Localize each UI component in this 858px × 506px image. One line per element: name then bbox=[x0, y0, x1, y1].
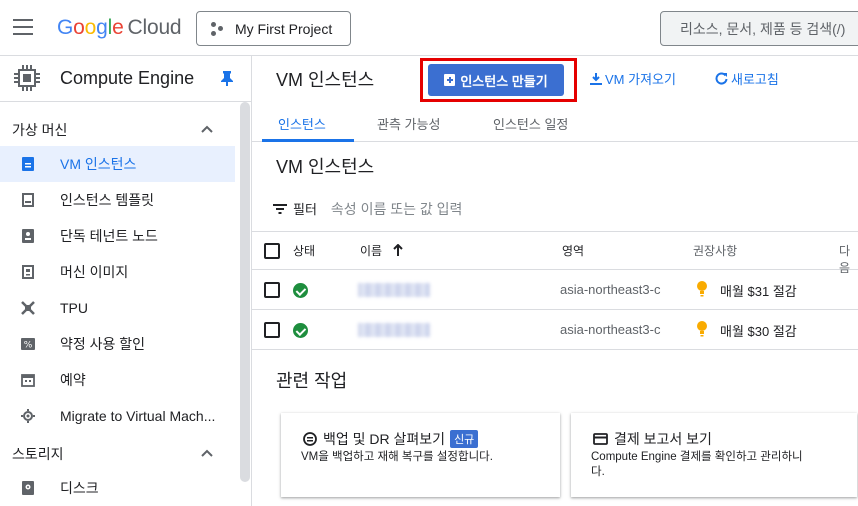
recommendation-link[interactable]: 매월 $30 절감 bbox=[720, 321, 797, 340]
sidebar-item-migrate[interactable]: Migrate to Virtual Mach... bbox=[0, 398, 235, 434]
billing-report-card[interactable]: 결제 보고서 보기 Compute Engine 결제를 확인하고 관리하니 다… bbox=[571, 413, 857, 497]
sidebar-item-machine-images[interactable]: 머신 이미지 bbox=[0, 254, 235, 290]
instance-name-link[interactable] bbox=[358, 323, 430, 337]
lightbulb-icon bbox=[697, 281, 707, 297]
card-description: VM을 백업하고 재해 복구를 설정합니다. bbox=[301, 451, 493, 463]
download-icon bbox=[590, 72, 602, 85]
select-all-checkbox[interactable] bbox=[264, 243, 280, 259]
pin-icon[interactable] bbox=[220, 70, 234, 86]
project-selector-button[interactable]: My First Project bbox=[196, 11, 351, 46]
template-icon bbox=[20, 192, 36, 208]
create-instance-label: 인스턴스 만들기 bbox=[460, 73, 548, 89]
tenant-node-icon bbox=[20, 228, 36, 244]
column-header-recommendation[interactable]: 권장사항 bbox=[693, 242, 737, 259]
section-virtual-machines: 가상 머신 bbox=[12, 122, 68, 138]
active-tab-indicator bbox=[262, 139, 354, 142]
migrate-icon bbox=[20, 408, 36, 424]
disk-icon bbox=[20, 480, 36, 496]
project-name: My First Project bbox=[235, 20, 333, 37]
project-icon bbox=[211, 21, 225, 36]
refresh-button[interactable]: 새로고침 bbox=[715, 69, 779, 88]
sidebar-item-label: TPU bbox=[60, 300, 88, 316]
calendar-icon bbox=[20, 372, 36, 388]
table-row[interactable]: asia-northeast3-c 매월 $30 절감 bbox=[252, 310, 858, 350]
instance-zone: asia-northeast3-c bbox=[560, 322, 661, 337]
search-input[interactable]: 리소스, 문서, 제품 등 검색(/) bbox=[660, 11, 858, 46]
filter-label: 필터 bbox=[293, 202, 317, 217]
sidebar-item-disks[interactable]: 디스크 bbox=[0, 470, 235, 506]
table-title: VM 인스턴스 bbox=[276, 157, 375, 177]
table-header: 상태 이름 영역 권장사항 다음 bbox=[252, 232, 858, 275]
running-status-icon bbox=[293, 323, 308, 338]
backup-dr-card[interactable]: 백업 및 DR 살펴보기 신규 VM을 백업하고 재해 복구를 설정합니다. bbox=[281, 413, 560, 497]
sidebar: Compute Engine 가상 머신 VM 인스턴스 인스턴스 템플릿 단독… bbox=[0, 56, 252, 506]
chevron-up-icon[interactable] bbox=[201, 125, 213, 133]
sidebar-item-sole-tenant-nodes[interactable]: 단독 테넌트 노드 bbox=[0, 218, 235, 254]
refresh-icon bbox=[715, 72, 728, 85]
card-title: 결제 보고서 보기 bbox=[593, 429, 712, 449]
filter-input[interactable]: 속성 이름 또는 값 입력 bbox=[331, 199, 462, 219]
filter-bar: 필터 속성 이름 또는 값 입력 bbox=[252, 186, 858, 232]
column-header-name[interactable]: 이름 bbox=[360, 242, 404, 259]
sidebar-item-vm-instances[interactable]: VM 인스턴스 bbox=[0, 146, 235, 182]
vm-instance-icon bbox=[20, 156, 36, 172]
sidebar-item-committed-use-discounts[interactable]: % 약정 사용 할인 bbox=[0, 326, 235, 362]
sidebar-item-label: Migrate to Virtual Mach... bbox=[60, 408, 216, 424]
tab-bar: 인스턴스 관측 가능성 인스턴스 일정 bbox=[252, 102, 858, 142]
running-status-icon bbox=[293, 283, 308, 298]
add-box-icon bbox=[444, 74, 456, 86]
tpu-icon bbox=[20, 300, 36, 316]
create-instance-button[interactable]: 인스턴스 만들기 bbox=[428, 64, 564, 96]
backup-icon bbox=[303, 432, 317, 446]
sidebar-item-reservations[interactable]: 예약 bbox=[0, 362, 235, 398]
sidebar-item-tpu[interactable]: TPU bbox=[0, 290, 235, 326]
chevron-up-icon[interactable] bbox=[201, 449, 213, 457]
machine-image-icon bbox=[20, 264, 36, 280]
card-title: 백업 및 DR 살펴보기 신규 bbox=[303, 429, 479, 449]
sidebar-item-instance-templates[interactable]: 인스턴스 템플릿 bbox=[0, 182, 235, 218]
top-bar: Google Cloud My First Project 리소스, 문서, 제품… bbox=[0, 0, 858, 56]
sidebar-item-label: 인스턴스 템플릿 bbox=[60, 192, 155, 208]
svg-text:%: % bbox=[24, 341, 33, 351]
sidebar-item-label: 약정 사용 할인 bbox=[60, 336, 146, 352]
row-checkbox[interactable] bbox=[264, 282, 280, 298]
filter-icon[interactable] bbox=[273, 203, 287, 214]
page-title: VM 인스턴스 bbox=[276, 70, 375, 90]
instance-zone: asia-northeast3-c bbox=[560, 282, 661, 297]
product-title: Compute Engine bbox=[60, 68, 195, 88]
sidebar-item-label: 예약 bbox=[60, 372, 86, 388]
tab-instances[interactable]: 인스턴스 bbox=[278, 114, 326, 133]
instance-name-link[interactable] bbox=[358, 283, 430, 297]
sidebar-item-label: 디스크 bbox=[60, 480, 99, 496]
sidebar-item-label: 머신 이미지 bbox=[60, 264, 129, 280]
table-row[interactable]: asia-northeast3-c 매월 $31 절감 bbox=[252, 270, 858, 310]
tab-instance-schedules[interactable]: 인스턴스 일정 bbox=[493, 114, 568, 133]
compute-engine-icon bbox=[14, 65, 40, 91]
related-actions-title: 관련 작업 bbox=[276, 371, 348, 391]
sidebar-item-label: 단독 테넌트 노드 bbox=[60, 228, 158, 244]
card-description: Compute Engine 결제를 확인하고 관리하니 다. bbox=[591, 451, 803, 478]
recommendation-link[interactable]: 매월 $31 절감 bbox=[720, 281, 797, 300]
sort-ascending-icon bbox=[393, 243, 404, 256]
credit-card-icon bbox=[593, 433, 608, 445]
import-vm-button[interactable]: VM 가져오기 bbox=[590, 69, 676, 88]
column-header-status[interactable]: 상태 bbox=[293, 242, 315, 259]
main-content: VM 인스턴스 인스턴스 만들기 VM 가져오기 새로고침 인스턴스 관측 가능… bbox=[252, 56, 858, 506]
sidebar-header: Compute Engine bbox=[0, 56, 252, 102]
sidebar-item-label: VM 인스턴스 bbox=[60, 156, 137, 172]
google-cloud-logo[interactable]: Google Cloud bbox=[57, 16, 182, 40]
column-header-zone[interactable]: 영역 bbox=[562, 242, 584, 259]
tab-observability[interactable]: 관측 가능성 bbox=[377, 114, 440, 133]
sidebar-scrollbar[interactable] bbox=[240, 102, 250, 482]
lightbulb-icon bbox=[697, 321, 707, 337]
new-badge: 신규 bbox=[450, 430, 479, 448]
row-checkbox[interactable] bbox=[264, 322, 280, 338]
percent-icon: % bbox=[20, 336, 36, 352]
menu-icon[interactable] bbox=[13, 19, 33, 35]
section-storage: 스토리지 bbox=[12, 446, 64, 462]
